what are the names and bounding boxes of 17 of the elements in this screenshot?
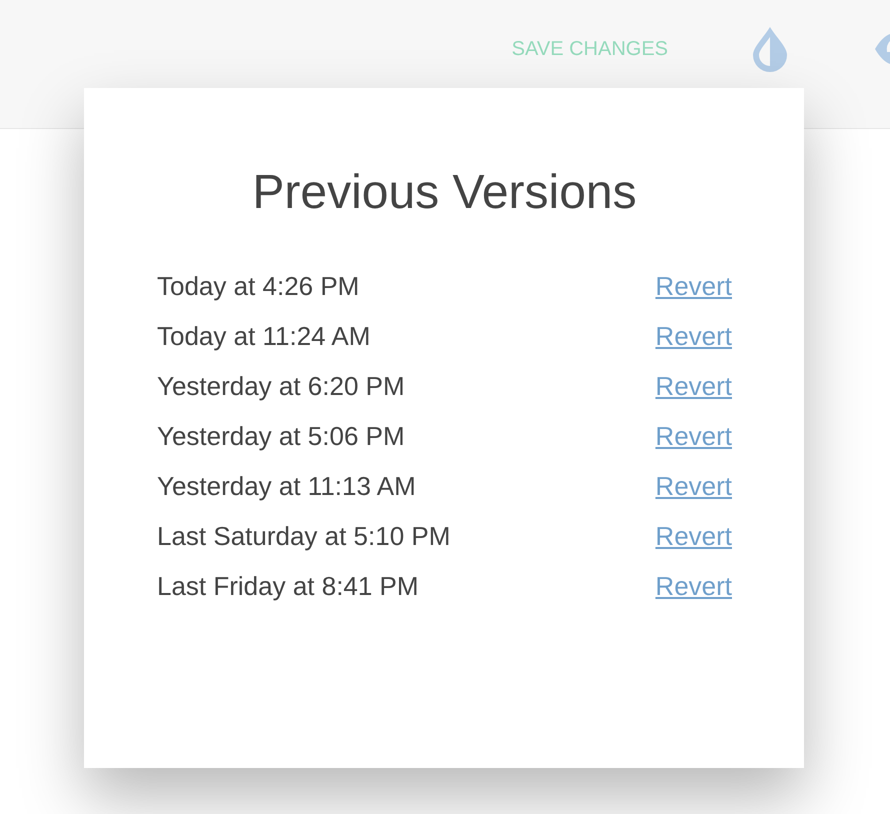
revert-link[interactable]: Revert (655, 570, 732, 602)
version-time: Today at 11:24 AM (157, 320, 370, 352)
version-time: Last Friday at 8:41 PM (157, 570, 419, 602)
revert-link[interactable]: Revert (655, 520, 732, 552)
version-time: Yesterday at 11:13 AM (157, 470, 416, 502)
revert-link[interactable]: Revert (655, 370, 732, 402)
revert-link[interactable]: Revert (655, 470, 732, 502)
version-time: Last Saturday at 5:10 PM (157, 520, 450, 552)
revert-link[interactable]: Revert (655, 270, 732, 302)
save-changes-button[interactable]: SAVE CHANGES (512, 38, 668, 60)
drop-icon[interactable] (750, 26, 790, 72)
dialog-title: Previous Versions (251, 165, 638, 221)
version-time: Yesterday at 5:06 PM (157, 420, 405, 452)
version-time: Yesterday at 6:20 PM (157, 370, 405, 402)
version-time: Today at 4:26 PM (157, 270, 360, 302)
revert-link[interactable]: Revert (655, 420, 732, 452)
revert-link[interactable]: Revert (655, 320, 732, 352)
